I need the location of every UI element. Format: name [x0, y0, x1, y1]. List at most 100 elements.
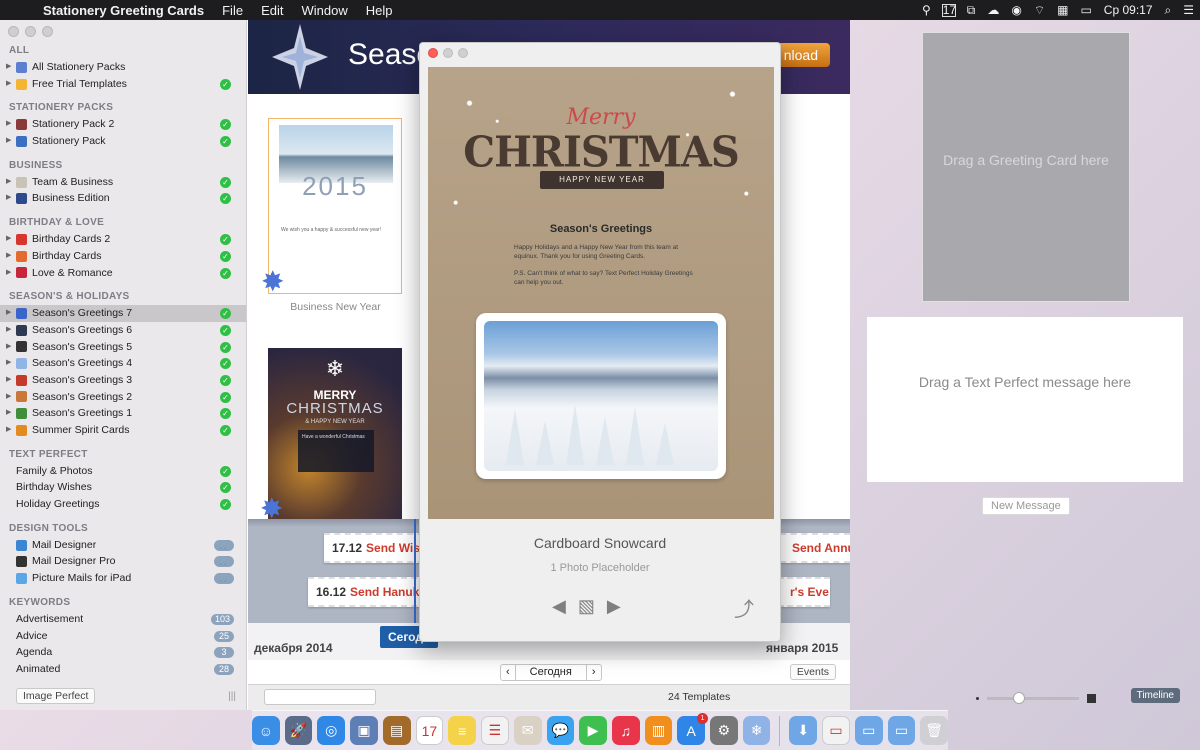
dock-launchpad-icon[interactable]: 🚀: [284, 716, 313, 745]
disclosure-triangle-icon[interactable]: ▶: [6, 422, 16, 439]
zoom-track[interactable]: [987, 692, 1079, 704]
search-input[interactable]: [264, 689, 376, 705]
sidebar-item[interactable]: ▶ Summer Spirit Cards ✓: [0, 422, 246, 439]
zoom-slider[interactable]: [976, 692, 1096, 704]
dock-downloads-icon[interactable]: ⬇: [789, 716, 818, 745]
dock-reminders-icon[interactable]: ☰: [481, 716, 509, 745]
card-detail-icon[interactable]: ▧: [578, 596, 595, 617]
dock-safari-icon[interactable]: ◎: [317, 716, 346, 745]
disclosure-triangle-icon[interactable]: ▶: [6, 174, 16, 191]
preview-minimize-button[interactable]: [443, 48, 453, 58]
dock-notes-icon[interactable]: ≡: [448, 716, 477, 745]
disclosure-triangle-icon[interactable]: ▶: [6, 355, 16, 372]
disclosure-triangle-icon[interactable]: ▶: [6, 322, 16, 339]
sidebar-item[interactable]: Birthday Wishes ✓: [0, 479, 246, 496]
dock-preview-icon[interactable]: ▣: [350, 716, 378, 745]
today-button[interactable]: Сегодня: [514, 665, 587, 680]
disclosure-triangle-icon[interactable]: ▶: [6, 389, 16, 406]
close-button[interactable]: [8, 26, 19, 37]
cloud-icon[interactable]: ☁: [981, 3, 1005, 17]
sidebar-item[interactable]: ▶ Season's Greetings 5 ✓: [0, 339, 246, 356]
disclosure-triangle-icon[interactable]: ▶: [6, 265, 16, 282]
sidebar-item[interactable]: ▶ Stationery Pack 2 ✓: [0, 116, 246, 133]
dock-messages-icon[interactable]: 💬: [546, 716, 575, 745]
clock[interactable]: Ср 09:17: [1098, 3, 1159, 17]
menu-edit[interactable]: Edit: [252, 3, 292, 18]
arrow-right-icon[interactable]: ▶: [607, 596, 621, 617]
dock-facetime-icon[interactable]: ▶: [579, 716, 607, 745]
cart-icon[interactable]: 🛒: [214, 573, 234, 585]
sidebar-item[interactable]: ▶ Business Edition ✓: [0, 190, 246, 207]
disclosure-triangle-icon[interactable]: ▶: [6, 76, 16, 93]
dock-notes-book-icon[interactable]: ▤: [382, 716, 411, 745]
calendar-status-icon[interactable]: 17: [941, 3, 956, 17]
disclosure-triangle-icon[interactable]: ▶: [6, 190, 16, 207]
disclosure-triangle-icon[interactable]: ▶: [6, 133, 16, 150]
disclosure-triangle-icon[interactable]: ▶: [6, 231, 16, 248]
sidebar-item[interactable]: ▶ Season's Greetings 4 ✓: [0, 355, 246, 372]
sidebar-item[interactable]: Animated 28: [0, 661, 246, 678]
sidebar-item[interactable]: ▶ Love & Romance ✓: [0, 265, 246, 282]
zoom-knob[interactable]: [1013, 692, 1025, 704]
new-message-button[interactable]: New Message: [982, 497, 1070, 515]
cart-icon[interactable]: 🛒: [214, 556, 234, 568]
resize-grip[interactable]: |||: [228, 691, 236, 702]
dock-finder-icon[interactable]: ☺: [252, 716, 280, 745]
sidebar-item[interactable]: ▶ Birthday Cards 2 ✓: [0, 231, 246, 248]
timeline-event[interactable]: r's Eve: [778, 577, 830, 607]
sidebar-item[interactable]: ▶ Season's Greetings 7 ✓: [0, 305, 246, 322]
tray-icon-a[interactable]: ⚲: [916, 3, 937, 17]
next-button[interactable]: ›: [587, 665, 601, 680]
disclosure-triangle-icon[interactable]: ▶: [6, 59, 16, 76]
sidebar-item[interactable]: Holiday Greetings ✓: [0, 496, 246, 513]
disclosure-triangle-icon[interactable]: ▶: [6, 248, 16, 265]
dock-system-preferences-icon[interactable]: ⚙: [710, 716, 738, 745]
image-perfect-button[interactable]: Image Perfect: [16, 688, 96, 704]
sidebar-item[interactable]: Advertisement 103: [0, 611, 246, 628]
card-preview[interactable]: Merry CHRISTMAS HAPPY NEW YEAR Season's …: [428, 67, 774, 519]
dock-folder2-icon[interactable]: ▭: [887, 716, 916, 745]
photo-placeholder[interactable]: [476, 313, 726, 479]
template-merry-christmas[interactable]: ❄ MERRY CHRISTMAS & HAPPY NEW YEAR Have …: [260, 348, 402, 524]
share-icon[interactable]: ⤴: [734, 593, 754, 622]
disclosure-triangle-icon[interactable]: ▶: [6, 305, 16, 322]
disclosure-triangle-icon[interactable]: ▶: [6, 339, 16, 356]
spotlight-icon[interactable]: ⌕: [1159, 3, 1178, 18]
sidebar-item[interactable]: ▶ Season's Greetings 2 ✓: [0, 389, 246, 406]
dock-stationery-icon[interactable]: ✉: [513, 716, 542, 745]
timeline-event[interactable]: 17.12 Send Wis: [324, 533, 434, 563]
wifi-icon[interactable]: ⌔: [1028, 3, 1051, 18]
dock-ibooks-icon[interactable]: ▥: [644, 716, 673, 745]
menu-window[interactable]: Window: [292, 3, 356, 18]
menu-file[interactable]: File: [213, 3, 252, 18]
cart-icon[interactable]: 🛒: [214, 539, 234, 551]
flag-icon[interactable]: ▦: [1051, 3, 1074, 17]
battery-icon[interactable]: ▭: [1074, 3, 1097, 17]
disclosure-triangle-icon[interactable]: ▶: [6, 116, 16, 133]
dock-itunes-icon[interactable]: ♫: [611, 716, 640, 745]
sidebar-item[interactable]: Family & Photos ✓: [0, 463, 246, 480]
sidebar-item[interactable]: Mail Designer 🛒: [0, 537, 246, 554]
arrow-left-icon[interactable]: ◀: [552, 596, 566, 617]
sidebar-item[interactable]: Advice 25: [0, 628, 246, 645]
minimize-button[interactable]: [25, 26, 36, 37]
dock-documents-icon[interactable]: ▭: [822, 716, 850, 745]
greeting-card-drop-zone[interactable]: Drag a Greeting Card here: [922, 32, 1130, 302]
sidebar-item[interactable]: ▶ Season's Greetings 1 ✓: [0, 405, 246, 422]
app-menu[interactable]: Stationery Greeting Cards: [34, 3, 213, 18]
eye-icon[interactable]: ◉: [1005, 3, 1027, 17]
sidebar-item[interactable]: ▶ Season's Greetings 6 ✓: [0, 322, 246, 339]
sidebar-item[interactable]: ▶ Stationery Pack ✓: [0, 133, 246, 150]
sidebar-item[interactable]: ▶ All Stationery Packs: [0, 59, 246, 76]
sidebar-item[interactable]: ▶ Team & Business ✓: [0, 174, 246, 191]
timeline-toggle-button[interactable]: Timeline: [1130, 688, 1180, 703]
sidebar-item[interactable]: ▶ Season's Greetings 3 ✓: [0, 372, 246, 389]
zoom-button[interactable]: [42, 26, 53, 37]
sidebar-item[interactable]: ▶ Birthday Cards ✓: [0, 248, 246, 265]
timeline-event[interactable]: Send Annua: [780, 533, 850, 563]
sidebar-item[interactable]: Agenda 3: [0, 644, 246, 661]
preview-zoom-button[interactable]: [458, 48, 468, 58]
dock-folder-icon[interactable]: ▭: [854, 716, 883, 745]
sidebar-item[interactable]: ▶ Free Trial Templates ✓: [0, 76, 246, 93]
screens-icon[interactable]: ⧉: [961, 3, 982, 18]
